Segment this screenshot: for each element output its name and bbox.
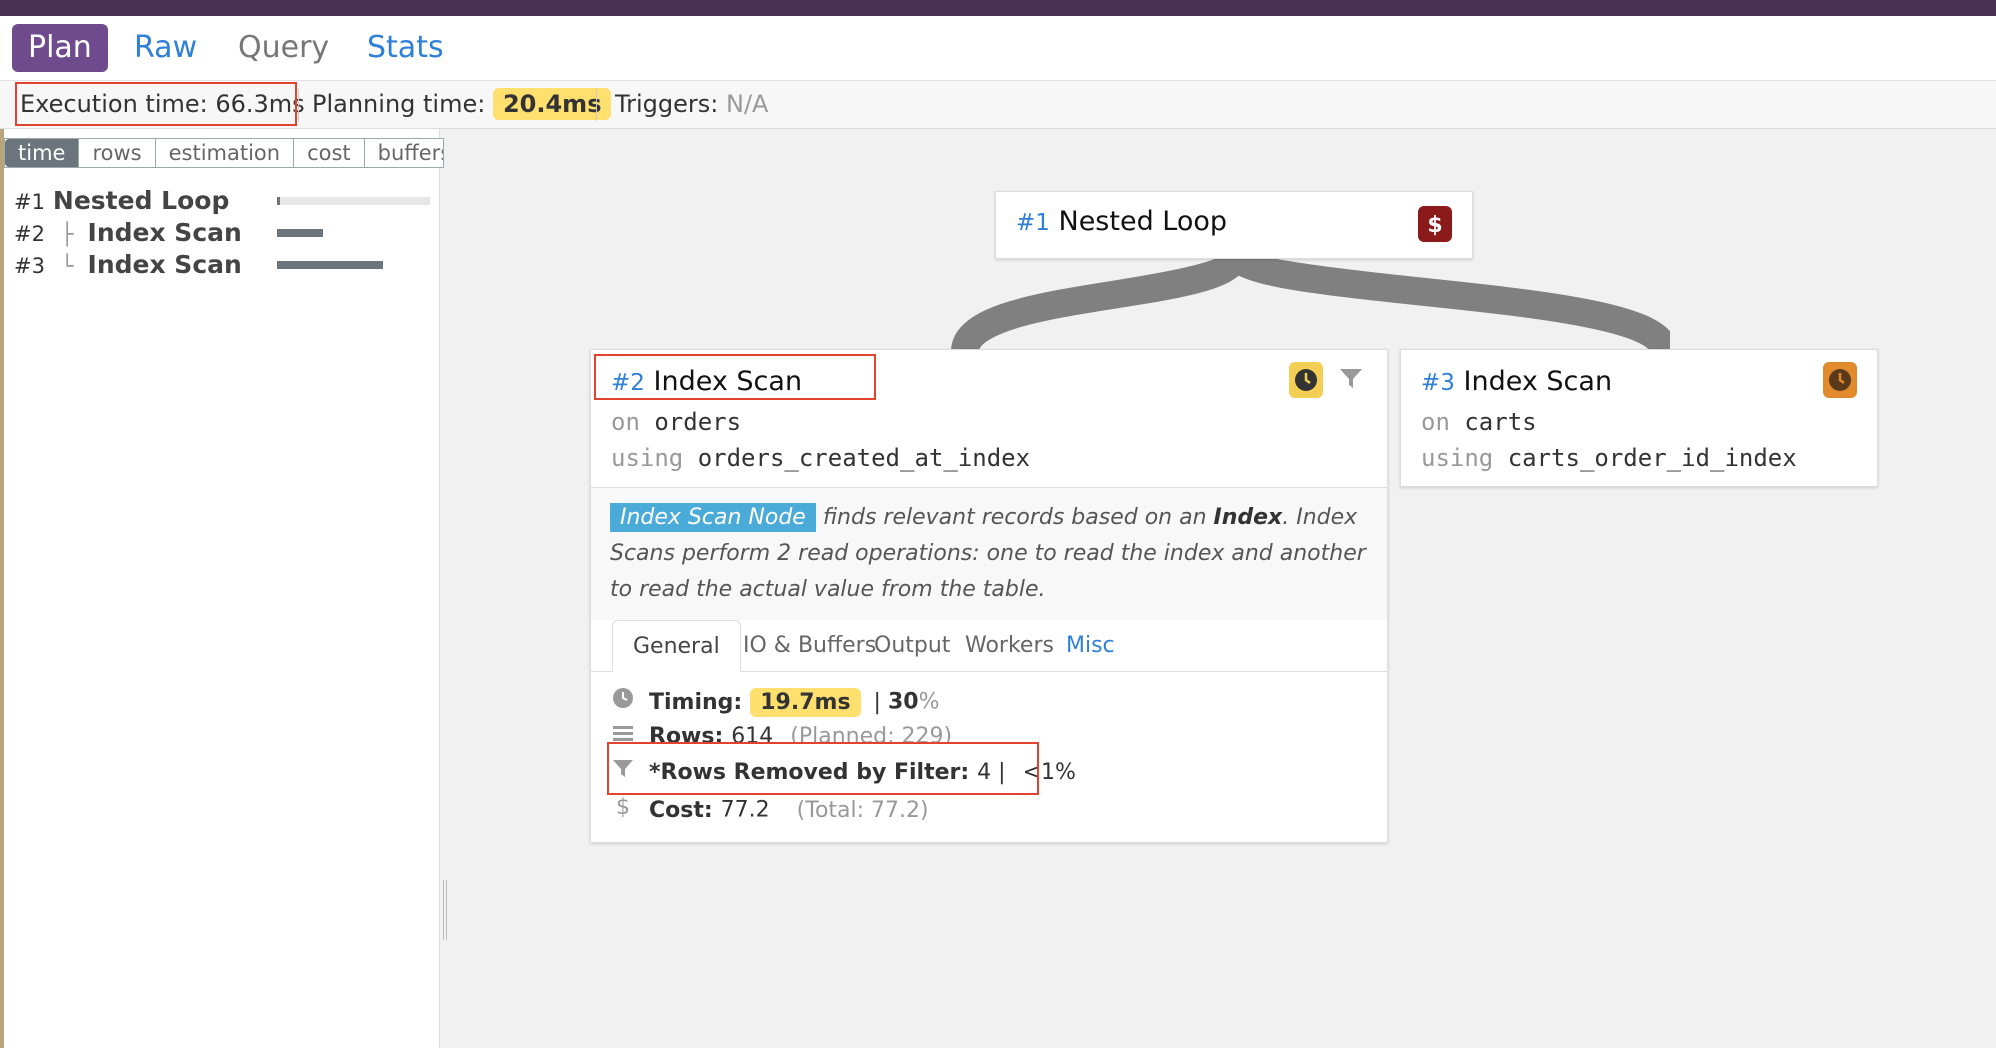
detail-tabs: General IO & Buffers Output Workers Misc <box>590 620 1387 672</box>
tree-row[interactable]: #3 └ Index Scan <box>14 250 242 280</box>
clock-icon <box>1289 362 1323 398</box>
svg-text:$: $ <box>1427 213 1442 237</box>
tab-raw[interactable]: Raw <box>118 24 213 72</box>
splitter-grip[interactable] <box>443 880 447 940</box>
relation-name: orders <box>654 408 742 436</box>
tab-plan[interactable]: Plan <box>12 24 108 72</box>
tab-stats[interactable]: Stats <box>351 24 460 72</box>
index-name: carts_order_id_index <box>1507 444 1797 472</box>
node-number: #3 <box>1421 370 1455 396</box>
cost-total: (Total: 77.2) <box>796 797 929 823</box>
node-type: Nested Loop <box>1058 206 1228 237</box>
dollar-icon: $ <box>1418 206 1452 242</box>
cost-stat: $ Cost: 77.2 (Total: 77.2) <box>612 794 929 824</box>
metric-tab-cost[interactable]: cost <box>294 139 365 167</box>
relation-name: carts <box>1464 408 1537 436</box>
plan-edges <box>951 255 1670 355</box>
metric-tab-buffers[interactable]: buffers <box>365 139 443 167</box>
timing-percent: 30 <box>887 689 919 715</box>
rows-label: Rows: <box>649 724 724 744</box>
node-relation: on orders <box>611 408 741 436</box>
plan-node-3[interactable]: #3 Index Scan on carts using carts_order… <box>1400 349 1878 487</box>
filter-icon <box>1339 368 1363 394</box>
rows-icon <box>612 722 634 744</box>
description-emphasis: Index <box>1213 505 1283 530</box>
planning-time-value: 20.4ms <box>492 88 612 120</box>
metric-tab-rows[interactable]: rows <box>79 139 156 167</box>
node-type: Index Scan <box>1463 366 1613 397</box>
triggers-label: Triggers: <box>615 90 719 118</box>
tab-query[interactable]: Query <box>222 24 345 72</box>
edge-1-3 <box>1222 255 1670 355</box>
time-bar <box>277 229 323 237</box>
tree-node-number: #3 <box>14 254 45 278</box>
metric-tab-time[interactable]: time <box>5 139 80 167</box>
triggers-value: N/A <box>726 90 769 118</box>
timing-label: Timing: <box>649 689 743 715</box>
main-tabs: Plan Raw Query Stats <box>0 16 1996 81</box>
metric-tabs: time rows estimation cost buffers <box>4 138 444 168</box>
planning-time-label: Planning time: <box>312 90 486 118</box>
dollar-icon: $ <box>612 794 634 827</box>
node-relation: on carts <box>1421 408 1537 436</box>
rows-value: 614 <box>731 724 774 744</box>
tab-misc[interactable]: Misc <box>1046 620 1135 672</box>
node-index: using orders_created_at_index <box>611 444 1030 472</box>
tab-general[interactable]: General <box>612 620 741 672</box>
node-index: using carts_order_id_index <box>1421 444 1797 472</box>
tree-connector: └ <box>60 254 74 278</box>
time-bar <box>277 261 383 269</box>
divider <box>596 89 597 121</box>
annotation-box-rows-removed <box>607 742 1039 795</box>
description-text: finds relevant records based on an <box>815 505 1214 530</box>
using-keyword: using <box>611 444 684 472</box>
annotation-box-node-title <box>594 354 876 400</box>
rows-planned: (Planned: 229) <box>790 724 953 744</box>
on-keyword: on <box>1421 408 1450 436</box>
metric-tab-estimation[interactable]: estimation <box>156 139 295 167</box>
cost-label: Cost: <box>649 797 713 823</box>
tree-node-name: Index Scan <box>87 218 242 247</box>
summary-bar: Execution time: 66.3ms Planning time: 20… <box>0 81 1996 129</box>
percent-sign: % <box>918 689 940 715</box>
planning-time: Planning time: 20.4ms <box>312 81 612 129</box>
cost-value: 77.2 <box>720 797 770 823</box>
plan-node-1[interactable]: #1 Nested Loop $ <box>995 191 1473 259</box>
using-keyword: using <box>1421 444 1494 472</box>
time-bar <box>277 197 280 205</box>
tree-connector: ├ <box>60 222 74 246</box>
window-top-bar <box>0 0 1996 16</box>
node-title: #3 Index Scan <box>1421 366 1612 397</box>
edge-1-2 <box>951 255 1250 354</box>
node-title: #1 Nested Loop <box>1016 206 1227 237</box>
tree-row[interactable]: #2 ├ Index Scan <box>14 218 242 248</box>
timing-stat: Timing: 19.7ms | 30% <box>612 687 940 717</box>
node-description: Index Scan Node finds relevant records b… <box>610 500 1370 608</box>
clock-icon <box>1823 362 1857 398</box>
clock-icon <box>612 687 634 718</box>
index-name: orders_created_at_index <box>697 444 1031 472</box>
tree-row[interactable]: #1 Nested Loop <box>14 186 229 216</box>
svg-text:$: $ <box>616 795 630 818</box>
rows-stat: Rows: 614 (Planned: 229) <box>612 722 952 744</box>
tree-node-name: Nested Loop <box>52 186 230 215</box>
node-number: #1 <box>1016 210 1050 236</box>
divider <box>298 89 299 121</box>
time-bar-track <box>277 197 430 205</box>
triggers: Triggers: N/A <box>615 81 768 129</box>
annotation-box-execution <box>15 82 297 126</box>
on-keyword: on <box>611 408 640 436</box>
tree-node-name: Index Scan <box>87 250 242 279</box>
tree-node-number: #2 <box>14 222 45 246</box>
timing-separator: | <box>873 689 881 715</box>
timing-value: 19.7ms <box>750 687 861 717</box>
node-type-tag: Index Scan Node <box>610 503 816 532</box>
tree-node-number: #1 <box>14 190 45 214</box>
panel-edge <box>0 129 4 1048</box>
